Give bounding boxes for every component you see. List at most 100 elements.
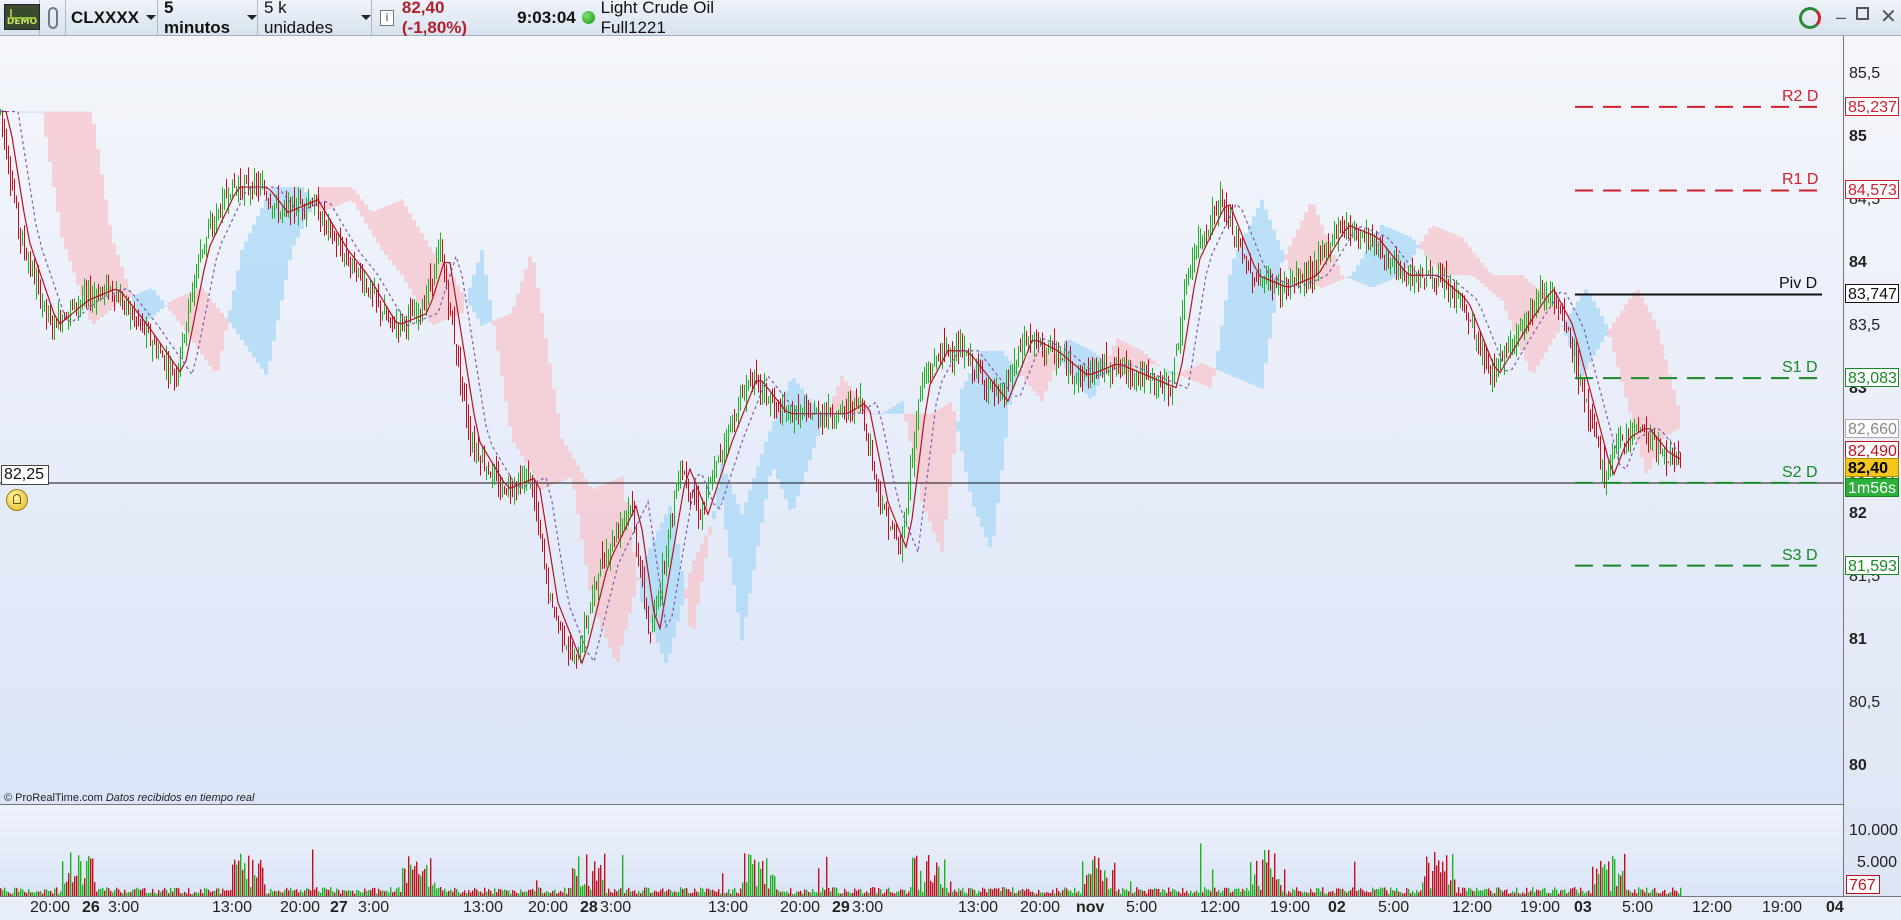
cloud-segment [732,494,736,585]
cloud-segment [1340,275,1344,280]
volume-bar [1098,857,1100,897]
cloud-segment [1212,368,1216,376]
cloud-segment [1620,310,1624,383]
instrument-name: Light Crude Oil Full1221 [600,0,714,37]
cloud-segment [356,194,360,210]
link-chain-icon[interactable] [47,6,58,29]
cloud-segment [408,213,412,289]
cloud-segment [72,111,76,273]
volume-bar [248,855,250,897]
volume-bar [1278,878,1280,897]
cloud-segment [792,378,796,509]
volume-bar [62,861,64,897]
cloud-segment [488,300,492,323]
cloud-segment [1184,370,1188,378]
cloud-segment [704,535,708,559]
cloud-segment [952,411,956,454]
time-tick: 13:00 [212,899,253,916]
cloud-segment [1612,322,1616,353]
alert-bell-icon[interactable] [6,489,28,511]
refresh-icon[interactable] [1799,7,1821,29]
cloud-segment [1332,255,1336,283]
cloud-segment [168,302,172,311]
volume-bar [1606,869,1608,897]
cloud-segment [1136,348,1140,370]
cloud-segment [1160,367,1164,369]
maximize-icon[interactable] [1856,7,1869,20]
quote-time: 9:03:04 [517,7,576,27]
volume-bar [68,873,70,897]
cloud-segment [200,287,204,355]
interval-selector[interactable]: 5 minutos [158,0,258,37]
volume-bar [596,880,598,897]
cloud-segment [708,527,712,535]
close-icon[interactable]: ✕ [1880,7,1897,27]
cloud-segment [1272,229,1276,313]
cloud-segment [1152,360,1156,365]
minimize-icon[interactable]: – [1836,8,1846,26]
volume-bar [94,882,96,897]
volume-bar [576,876,578,897]
volume-bar [944,859,946,897]
volume-bar [1428,862,1430,897]
cloud-segment [228,310,232,324]
time-tick: 3:00 [600,899,632,916]
cloud-segment [468,287,472,306]
ticker-selector[interactable]: CLXXXX [66,0,158,35]
cloud-segment [1048,350,1052,381]
chevron-down-icon [146,15,157,20]
cloud-segment [1412,239,1416,256]
cloud-segment [1628,298,1632,413]
volume-bar [78,855,80,897]
volume-bar [260,859,262,897]
volume-bar [744,853,746,897]
pivot-level-value-badge: 84,573 [1845,180,1899,200]
cloud-segment [1168,370,1172,375]
volume-chart-svg[interactable] [0,805,1843,897]
cloud-segment [1520,275,1524,351]
cloud-segment [924,413,928,512]
link-icon-segment[interactable] [40,0,66,35]
cloud-segment [492,320,496,326]
time-tick: 20:00 [528,899,569,916]
cloud-segment [748,490,752,594]
cloud-segment [160,300,164,309]
cloud-segment [1532,285,1536,373]
last-price-badge: 82,40 [1845,458,1899,477]
cloud-segment [420,233,424,309]
volume-panel[interactable] [0,804,1843,897]
volume-bar [74,876,76,897]
volume-bar [1438,860,1440,897]
volume-bar [758,861,760,897]
price-tick: 85,5 [1849,64,1881,82]
volume-bar [66,881,68,897]
volume-bar [86,860,88,897]
price-chart-svg[interactable] [0,36,1843,804]
volume-bar [1614,859,1616,897]
cloud-segment [1420,241,1424,251]
cloud-segment [416,226,420,303]
volume-bar [748,854,750,897]
price-tick: 83,5 [1849,316,1881,334]
cloud-segment [388,204,392,261]
price-chart-panel[interactable] [0,36,1843,804]
volume-bar [1440,872,1442,897]
cloud-segment [336,187,340,206]
units-selector[interactable]: 5 k unidades [258,0,372,37]
volume-bar [622,855,624,897]
volume-bar [1276,879,1278,897]
volume-bar [244,863,246,897]
volume-bar [1262,859,1264,897]
cloud-segment [404,206,408,282]
cloud-segment [1260,199,1264,389]
cloud-segment [1196,365,1200,383]
cloud-segment [1216,350,1220,371]
cloud-segment [1492,275,1496,294]
market-open-indicator-icon [581,11,595,24]
cloud-segment [1408,236,1412,262]
cloud-segment [1656,329,1660,449]
info-icon[interactable]: i [380,9,394,26]
cloud-segment [876,413,880,415]
cloud-segment [520,281,524,456]
cloud-segment [1588,293,1592,363]
